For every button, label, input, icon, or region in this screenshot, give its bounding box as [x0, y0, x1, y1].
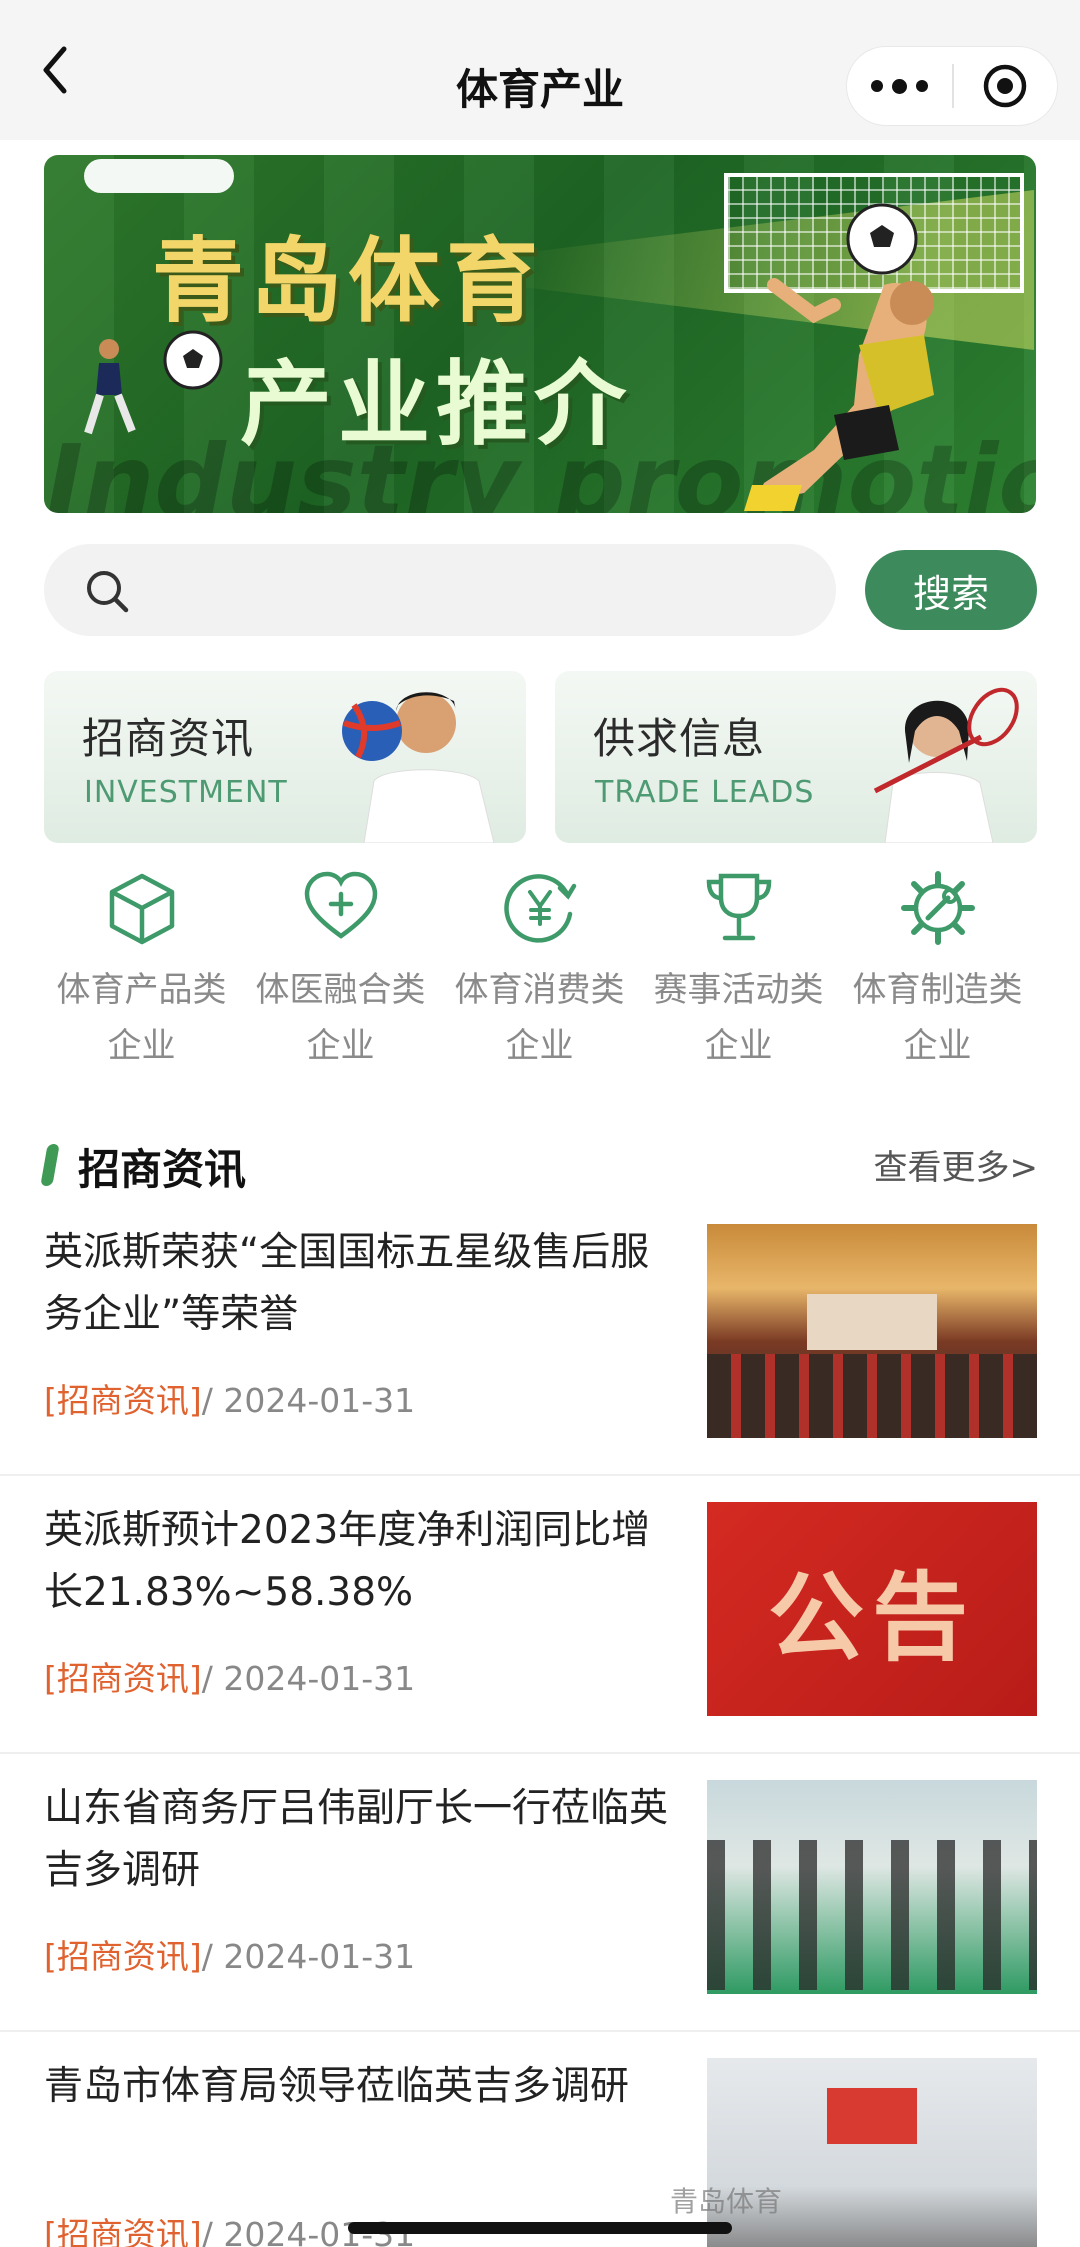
search-input[interactable] [154, 544, 814, 636]
card-subtitle: TRADE LEADS [595, 775, 815, 810]
news-thumbnail-conference [707, 1224, 1037, 1438]
news-meta: [招商资讯]/ 2024-01-31 [44, 1374, 415, 1422]
football-icon [163, 330, 223, 390]
box-icon [102, 868, 182, 948]
search-box[interactable] [44, 544, 836, 636]
news-tag: [招商资讯] [44, 2215, 202, 2247]
category-sports-medicine[interactable]: 体医融合类 企业 [241, 862, 440, 1082]
visitors-group [707, 1840, 1037, 1990]
promo-banner[interactable]: Industry promotion 青岛体育 产业推介 [44, 155, 1036, 513]
account-watermark: 青岛体育 [670, 2185, 783, 2218]
card-trade-leads[interactable]: 供求信息 TRADE LEADS [555, 671, 1037, 843]
section-accent-bar [40, 1144, 60, 1186]
category-sports-events[interactable]: 赛事活动类 企业 [639, 862, 838, 1082]
news-date: / 2024-01-31 [201, 1937, 416, 1976]
category-label: 体育消费类 企业 [454, 970, 625, 1066]
card-title: 招商资讯 [82, 714, 255, 763]
category-row: 体育产品类 企业 体医融合类 企业 体育消费类 企业 赛事活动类 企业 体育制造类 企业 [42, 862, 1038, 1082]
news-date: / 2024-01-31 [201, 1381, 416, 1420]
category-label: 赛事活动类 企业 [653, 970, 824, 1066]
category-sports-consumption[interactable]: 体育消费类 企业 [440, 862, 639, 1082]
trophy-icon [699, 868, 779, 948]
search-icon [87, 571, 129, 613]
close-button[interactable] [954, 46, 1057, 126]
soccer-player-image [744, 278, 934, 511]
view-more-link[interactable]: 查看更多> [874, 1140, 1039, 1189]
basketball-player-image [342, 692, 495, 843]
news-meta: [招商资讯]/ 2024-01-31 [44, 1930, 415, 1978]
news-item[interactable]: 英派斯预计2023年度净利润同比增长21.83%~58.38% [招商资讯]/ … [0, 1476, 1080, 1754]
news-thumbnail-factory-visit [707, 1780, 1037, 1994]
cloud-decoration [84, 159, 234, 193]
news-title: 英派斯预计2023年度净利润同比增长21.83%~58.38% [44, 1508, 651, 1615]
news-title: 青岛市体育局领导莅临英吉多调研 [44, 2064, 630, 2109]
home-indicator [348, 2222, 732, 2234]
news-tag: [招商资讯] [44, 1659, 202, 1698]
category-label: 体医融合类 企业 [255, 970, 426, 1066]
yen-cycle-icon [500, 868, 580, 948]
news-date: / 2024-01-31 [201, 1659, 416, 1698]
card-subtitle: INVESTMENT [84, 775, 288, 810]
category-label: 体育产品类 企业 [56, 970, 227, 1066]
more-dot-icon [892, 78, 907, 94]
news-item[interactable]: 英派斯荣获“全国国标五星级售后服务企业”等荣誉 [招商资讯]/ 2024-01-… [0, 1198, 1080, 1476]
category-sports-products[interactable]: 体育产品类 企业 [42, 862, 241, 1082]
navigation-bar: 体育产业 [0, 0, 1080, 140]
mini-program-capsule [846, 46, 1058, 126]
news-item[interactable]: 青岛市体育局领导莅临英吉多调研 [招商资讯]/ 2024-01-31 [0, 2032, 1080, 2247]
small-player-image [84, 339, 136, 435]
badminton-player-image [873, 687, 1019, 843]
news-meta: [招商资讯]/ 2024-01-31 [44, 1652, 415, 1700]
heart-plus-icon [301, 868, 381, 948]
news-tag: [招商资讯] [44, 1381, 202, 1420]
card-investment[interactable]: 招商资讯 INVESTMENT [44, 671, 526, 843]
section-title: 招商资讯 [78, 1145, 247, 1194]
more-button[interactable] [847, 46, 952, 126]
gear-wrench-icon [898, 868, 978, 948]
news-title: 英派斯荣获“全国国标五星级售后服务企业”等荣誉 [44, 1230, 650, 1337]
category-label: 体育制造类 企业 [852, 970, 1023, 1066]
audience-rows [707, 1354, 1037, 1438]
news-tag: [招商资讯] [44, 1937, 202, 1976]
card-title: 供求信息 [593, 714, 766, 763]
more-dot-icon [916, 80, 928, 92]
news-thumbnail-announcement: 公告 [707, 1502, 1037, 1716]
announcement-text: 公告 [768, 1561, 976, 1674]
more-dot-icon [871, 80, 883, 92]
news-title: 山东省商务厅吕伟副厅长一行莅临英吉多调研 [44, 1786, 669, 1893]
news-item[interactable]: 山东省商务厅吕伟副厅长一行莅临英吉多调研 [招商资讯]/ 2024-01-31 [0, 1754, 1080, 2032]
banner-title-line1: 青岛体育 [152, 228, 545, 335]
meeting-screen [827, 2088, 917, 2144]
stage-screen [807, 1294, 937, 1350]
search-button[interactable]: 搜索 [865, 550, 1037, 630]
banner-title-line2: 产业推介 [240, 351, 633, 458]
category-sports-manufacturing[interactable]: 体育制造类 企业 [838, 862, 1037, 1082]
target-close-icon [984, 64, 1027, 108]
